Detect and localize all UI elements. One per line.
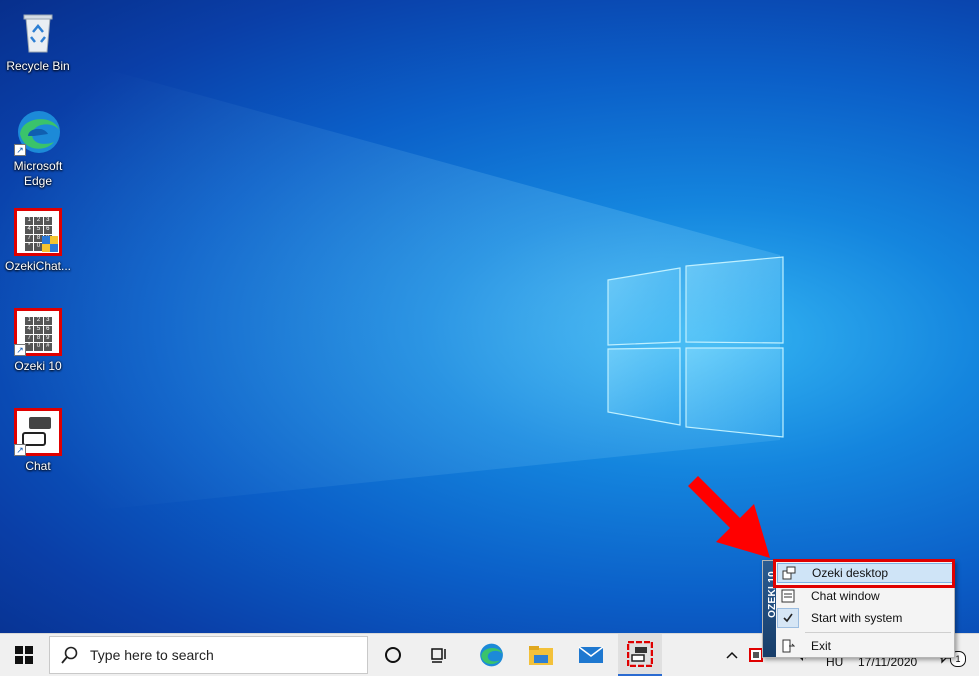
highlight-frame (773, 559, 955, 588)
ozeki-10-icon: 1 2 3 4 5 6 7 8 9 * 0 # ↗ (14, 308, 62, 356)
desktop-icon-label: OzekiChat... (4, 259, 72, 273)
exit-icon (777, 636, 799, 656)
shortcut-arrow-icon: ↗ (14, 144, 26, 156)
cortana-button[interactable] (372, 634, 414, 676)
search-icon (61, 646, 78, 664)
ozeki-chat-installer-icon: 123456789*0# (14, 208, 62, 256)
taskbar-edge-button[interactable] (468, 634, 514, 676)
mail-icon (578, 646, 604, 663)
desktop-icon-label: Ozeki 10 (14, 359, 62, 373)
search-placeholder: Type here to search (90, 647, 214, 663)
taskbar-file-explorer-button[interactable] (518, 634, 564, 676)
menu-item-chat-window[interactable]: Chat window (777, 586, 953, 606)
desktop-icon-chat[interactable]: ↗ Chat (4, 408, 72, 474)
cortana-icon (385, 647, 401, 663)
desktop-icon-label: Chat (25, 459, 51, 473)
taskbar-ozeki-chat-button[interactable] (618, 634, 662, 676)
windows-start-icon (15, 646, 33, 664)
recycle-bin-icon (14, 8, 62, 56)
menu-item-start-with-system[interactable]: Start with system (777, 608, 953, 628)
task-view-icon (431, 648, 446, 663)
desktop-icon-label: Microsoft Edge (13, 159, 63, 188)
desktop-icon-ozeki-chat-installer[interactable]: 123456789*0# OzekiChat... (4, 208, 72, 274)
menu-item-exit[interactable]: Exit (777, 636, 953, 656)
ozeki-tray-icon (749, 648, 763, 662)
taskbar-mail-button[interactable] (568, 634, 614, 676)
desktop-icon-recycle-bin[interactable]: Recycle Bin (4, 8, 72, 74)
edge-icon: ↗ (14, 108, 62, 156)
red-pointer-arrow (676, 476, 770, 558)
chevron-up-icon (726, 651, 738, 659)
file-explorer-icon (529, 646, 553, 665)
desktop-icon-edge[interactable]: ↗ Microsoft Edge (4, 108, 72, 189)
shield-icon (42, 236, 58, 252)
edge-icon (480, 643, 503, 667)
ozeki-chat-icon (627, 641, 653, 667)
shortcut-arrow-icon: ↗ (14, 344, 26, 356)
checkmark-icon (777, 608, 799, 628)
chat-icon: ↗ (14, 408, 62, 456)
chat-window-icon (777, 586, 799, 606)
search-box[interactable]: Type here to search (49, 636, 368, 674)
show-hidden-icons-button[interactable] (722, 634, 742, 676)
start-button[interactable] (0, 634, 48, 676)
shortcut-arrow-icon: ↗ (14, 444, 26, 456)
desktop-icon-label: Recycle Bin (6, 59, 70, 73)
desktop-icon-ozeki-10[interactable]: 1 2 3 4 5 6 7 8 9 * 0 # ↗ Ozeki 10 (4, 308, 72, 374)
menu-separator (805, 632, 951, 633)
task-view-button[interactable] (418, 634, 462, 676)
